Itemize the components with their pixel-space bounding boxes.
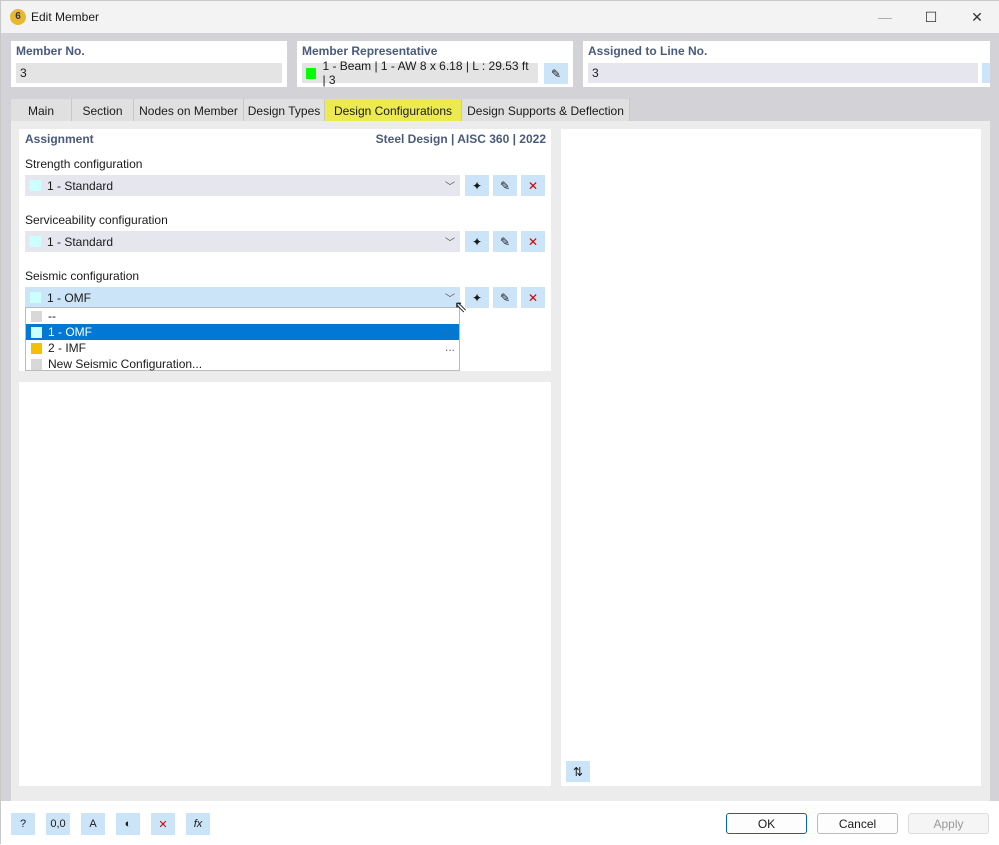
color-swatch [30,236,41,247]
new-config-icon[interactable]: ✦ [465,231,489,252]
tab-design-configurations[interactable]: Design Configurations [325,99,462,122]
serviceability-label: Serviceability configuration [25,213,168,227]
strength-value: 1 - Standard [47,178,114,193]
member-no-panel: Member No. 3 [11,41,287,87]
delete-config-icon[interactable]: ✕ [521,287,545,308]
member-rep-field[interactable]: 1 - Beam | 1 - AW 8 x 6.18 | L : 29.53 f… [302,59,538,87]
delete-selection-icon[interactable]: ✕ [151,813,175,835]
member-color-swatch [306,67,317,79]
design-standard: Steel Design | AISC 360 | 2022 [375,132,546,146]
close-button[interactable]: ✕ [954,1,999,33]
help-icon[interactable]: ? [11,813,35,835]
seismic-select[interactable]: 1 - OMF ﹀ [25,287,460,308]
strength-label: Strength configuration [25,157,143,171]
maximize-button[interactable]: ☐ [908,1,954,33]
edit-config-icon[interactable]: ✎ [493,287,517,308]
cancel-button[interactable]: Cancel [817,813,898,834]
seismic-dropdown-list: -- 1 - OMF... 2 - IMF... New Seismic Con… [25,307,460,371]
option-label: -- [48,309,56,323]
new-config-icon[interactable]: ✦ [465,175,489,196]
dropdown-option-none[interactable]: -- [26,308,459,324]
edit-member-rep-icon[interactable]: ✎ [544,63,568,84]
assigned-line-panel: Assigned to Line No. 3 [583,41,990,87]
color-swatch [31,310,42,322]
dropdown-option-omf[interactable]: 1 - OMF... [26,324,459,340]
seismic-value: 1 - OMF [47,290,91,305]
assigned-line-button[interactable] [982,63,990,83]
tab-design-supports-deflection[interactable]: Design Supports & Deflection [462,99,630,122]
option-label: 2 - IMF [48,341,86,355]
option-label: New Seismic Configuration... [48,357,203,371]
apply-button[interactable]: Apply [908,813,989,834]
preview-panel: ⇅ [561,129,981,786]
chevron-down-icon: ﹀ [445,238,455,249]
tab-section[interactable]: Section [72,99,134,122]
more-icon[interactable]: ... [445,324,455,338]
new-config-icon[interactable]: ✦ [465,287,489,308]
view-icon[interactable]: ◐ [116,813,140,835]
seismic-label: Seismic configuration [25,269,140,283]
assigned-line-field[interactable]: 3 [588,63,978,83]
color-swatch [31,326,42,338]
tab-main[interactable]: Main [11,99,72,122]
chevron-down-icon: ﹀ [445,182,455,193]
assigned-line-label: Assigned to Line No. [588,44,708,58]
option-label: 1 - OMF [48,325,92,339]
member-no-field[interactable]: 3 [16,63,282,83]
delete-config-icon[interactable]: ✕ [521,231,545,252]
assignment-title: Assignment [25,132,94,146]
mouse-cursor-icon: ⇖ [454,299,468,316]
tab-nodes-on-member[interactable]: Nodes on Member [134,99,244,122]
lower-left-panel [19,382,551,786]
minimize-button[interactable]: — [862,1,908,33]
strength-select[interactable]: 1 - Standard ﹀ [25,175,460,196]
units-icon[interactable]: 0,0 [46,813,70,835]
display-properties-icon[interactable]: A [81,813,105,835]
formula-icon[interactable]: fx [186,813,210,835]
app-icon: 6 [10,9,26,25]
serviceability-select[interactable]: 1 - Standard ﹀ [25,231,460,252]
color-swatch [30,180,41,191]
edit-config-icon[interactable]: ✎ [493,231,517,252]
serviceability-value: 1 - Standard [47,234,114,249]
edit-config-icon[interactable]: ✎ [493,175,517,196]
color-swatch [31,358,42,370]
refresh-view-icon[interactable]: ⇅ [566,761,590,782]
more-icon[interactable]: ... [445,340,455,354]
member-rep-label: Member Representative [302,44,438,58]
color-swatch [31,342,42,354]
dropdown-option-new[interactable]: New Seismic Configuration... [26,356,459,372]
window-title: Edit Member [31,10,100,24]
member-no-label: Member No. [16,44,85,58]
member-rep-panel: Member Representative 1 - Beam | 1 - AW … [297,41,573,87]
color-swatch [30,292,41,303]
ok-button[interactable]: OK [726,813,807,834]
dropdown-option-imf[interactable]: 2 - IMF... [26,340,459,356]
member-rep-value: 1 - Beam | 1 - AW 8 x 6.18 | L : 29.53 f… [322,59,529,87]
title-bar: 6 Edit Member — ☐ ✕ [1,1,999,33]
tab-design-types[interactable]: Design Types [244,99,325,122]
delete-config-icon[interactable]: ✕ [521,175,545,196]
